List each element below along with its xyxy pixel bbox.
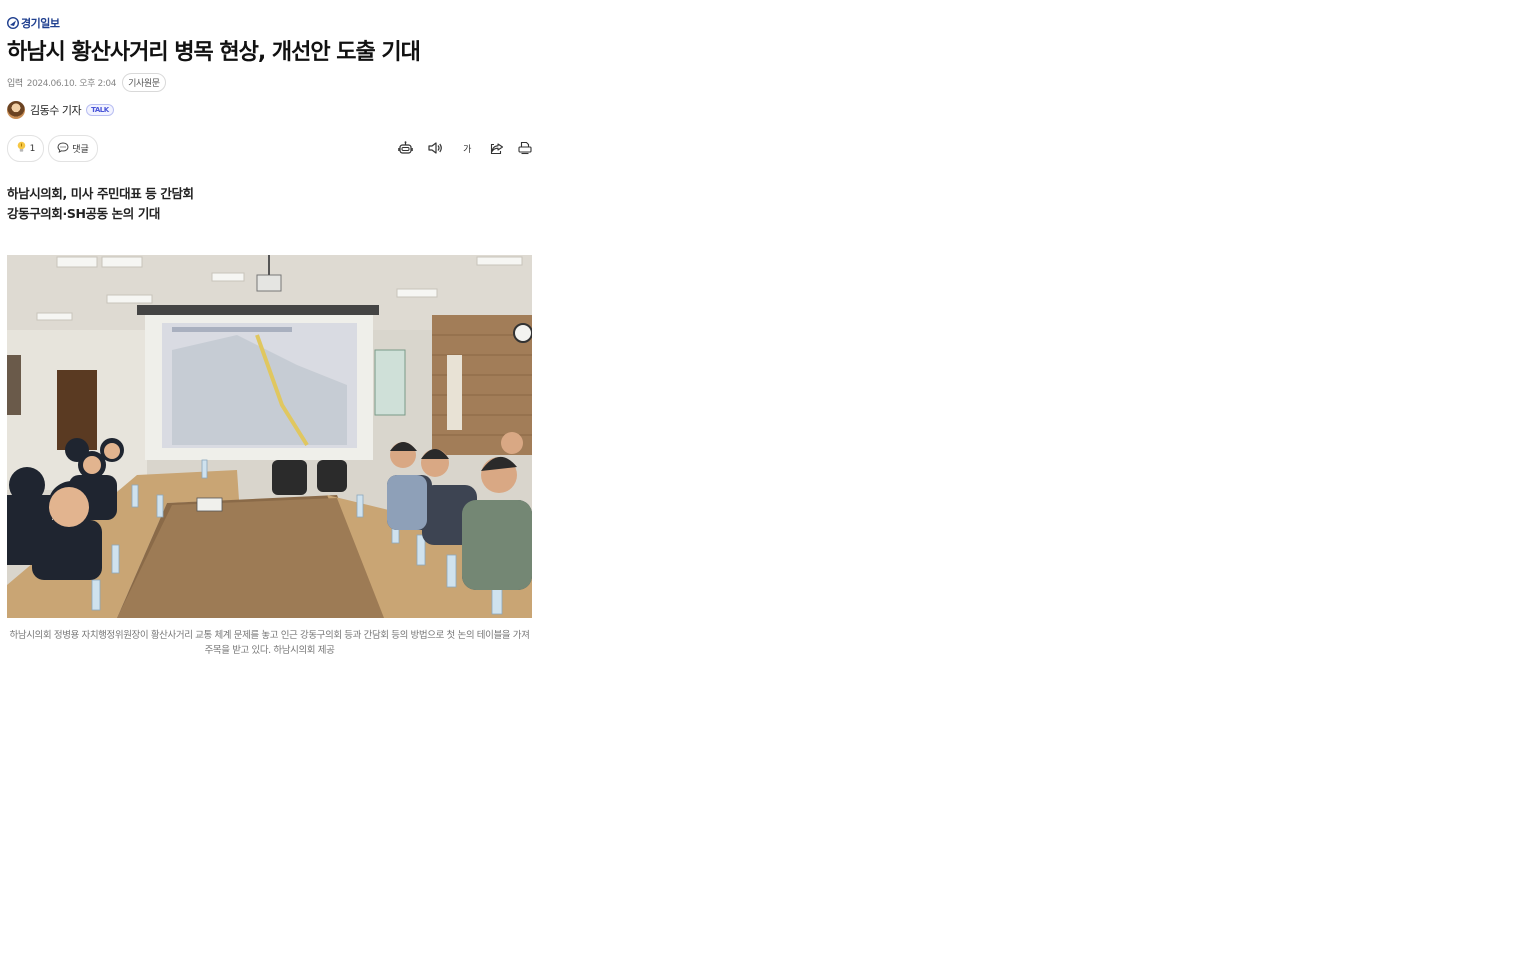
photo-caption: 하남시의회 정병용 자치행정위원장이 황산사거리 교통 체계 문제를 놓고 인근…	[9, 630, 530, 656]
publish-date: 2024.06.10. 오후 2:04	[26, 78, 117, 89]
brand-icon	[6, 14, 20, 33]
article-meta: 입력 2024.06.10. 오후 2:04 기사원문	[7, 72, 166, 92]
article-photo[interactable]	[7, 255, 532, 618]
speech-bubble-icon	[57, 141, 69, 156]
font-size-label: 가	[463, 144, 471, 155]
like-count: 1	[29, 143, 36, 154]
comment-button[interactable]: 댓글	[48, 135, 98, 162]
like-button[interactable]: 1	[7, 135, 44, 162]
press-logo[interactable]: 경기일보	[6, 14, 60, 33]
summary-robot-icon[interactable]	[397, 140, 413, 156]
subheading-2: 강동구의회·SH공동 논의 기대	[7, 206, 161, 221]
share-icon[interactable]	[489, 140, 505, 156]
comment-label: 댓글	[72, 145, 89, 155]
action-bar: 1 댓글 가	[7, 135, 532, 162]
author-info[interactable]: 김동수 기자 TALK	[7, 100, 114, 120]
author-name[interactable]: 김동수 기자	[30, 102, 82, 118]
article-subheadings: 하남시의회, 미사 주민대표 등 간담회 강동구의회·SH공동 논의 기대	[7, 184, 194, 224]
article-title: 하남시 황산사거리 병목 현상, 개선안 도출 기대	[7, 40, 421, 65]
speaker-icon[interactable]	[427, 140, 443, 156]
brand-name: 경기일보	[21, 17, 60, 30]
original-article-button[interactable]: 기사원문	[122, 72, 166, 92]
lightbulb-icon	[16, 141, 27, 156]
talk-badge[interactable]: TALK	[86, 104, 114, 116]
font-size-icon[interactable]: 가	[458, 140, 476, 156]
print-icon[interactable]	[517, 140, 533, 156]
author-avatar	[7, 101, 25, 119]
input-label: 입력	[7, 78, 23, 89]
subheading-1: 하남시의회, 미사 주민대표 등 간담회	[7, 186, 194, 201]
